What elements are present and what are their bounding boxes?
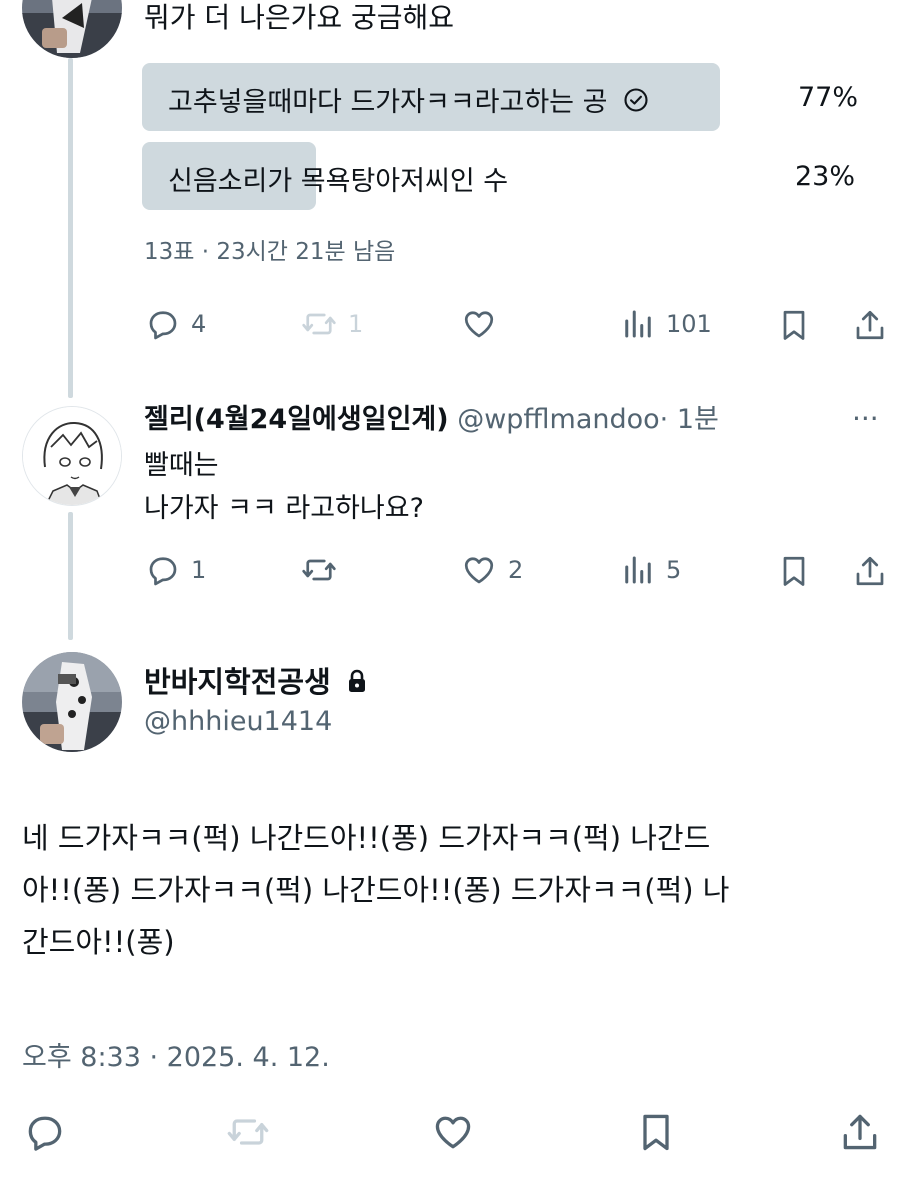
thread-line-bottom <box>68 512 73 640</box>
main-display-name[interactable]: 반바지학전공생 <box>144 665 331 699</box>
repost-icon <box>224 1110 272 1154</box>
more-icon: ··· <box>852 402 879 435</box>
bookmark-icon <box>776 306 812 344</box>
share-icon <box>838 1108 882 1156</box>
bookmark-icon <box>634 1108 678 1156</box>
main-body: 네 드가자ㅋㅋ(퍽) 나간드아!!(퐁) 드가자ㅋㅋ(퍽) 나간드 아!!(퐁)… <box>22 812 730 968</box>
timestamp[interactable]: 오후 8:33 · 2025. 4. 12. <box>22 1035 330 1074</box>
heart-icon <box>460 306 498 342</box>
like-button[interactable]: 2 <box>460 552 523 588</box>
reply-count: 1 <box>191 556 207 584</box>
like-button[interactable] <box>460 306 498 342</box>
repost-button[interactable]: 1 <box>300 306 363 342</box>
anime-avatar-icon <box>23 407 121 505</box>
check-circle-icon <box>622 86 650 121</box>
bookmark-button[interactable] <box>776 552 812 590</box>
reply-display-name[interactable]: 젤리(4월24일에생일인계) <box>144 404 449 435</box>
main-display-name-row: 반바지학전공생 <box>144 659 369 701</box>
reply-text-line-2: 나가자 ㅋㅋ 라고하나요? <box>144 493 424 524</box>
like-count: 2 <box>508 556 524 584</box>
reply-count: 4 <box>191 310 207 338</box>
share-icon <box>852 306 888 344</box>
repost-button[interactable] <box>224 1110 272 1154</box>
poll-option-1-percent: 77% <box>798 82 859 113</box>
poll-option-1-label: 고추넣을때마다 드가자ㅋㅋ라고하는 공 <box>168 80 650 121</box>
main-body-line-1: 네 드가자ㅋㅋ(퍽) 나간드아!!(퐁) 드가자ㅋㅋ(퍽) 나간드 <box>22 821 711 855</box>
views-count: 101 <box>666 310 712 338</box>
views-button[interactable]: 101 <box>620 306 712 342</box>
reply-text-line-1: 빨때는 <box>144 450 219 481</box>
thread-line-top <box>68 58 73 398</box>
reply-button[interactable]: 1 <box>145 552 206 588</box>
lock-icon <box>345 667 369 701</box>
repost-icon <box>300 306 338 342</box>
share-button[interactable] <box>838 1108 882 1156</box>
reply-handle[interactable]: @wpfflmandoo <box>457 404 659 435</box>
reply-avatar[interactable] <box>22 406 122 506</box>
share-button[interactable] <box>852 552 888 590</box>
avatar[interactable] <box>22 0 122 58</box>
bar-chart-icon <box>620 552 656 588</box>
avatar-photo-icon <box>22 0 122 58</box>
poll-option-2-percent: 23% <box>795 161 856 192</box>
poll-option-2-label: 신음소리가 목욕탕아저씨인 수 <box>168 166 509 197</box>
views-button[interactable]: 5 <box>620 552 681 588</box>
reply-time[interactable]: · 1분 <box>660 404 719 435</box>
repost-count: 1 <box>348 310 364 338</box>
share-button[interactable] <box>852 306 888 344</box>
main-body-line-3: 간드아!!(퐁) <box>22 925 175 959</box>
heart-icon <box>430 1110 476 1154</box>
reply-button[interactable] <box>22 1110 68 1154</box>
reply-header: 젤리(4월24일에생일인계) @wpfflmandoo· 1분 <box>144 403 719 437</box>
main-handle[interactable]: @hhhieu1414 <box>144 706 332 737</box>
avatar-photo-icon <box>22 652 122 752</box>
heart-icon <box>460 552 498 588</box>
poll-meta: 13표 · 23시간 21분 남음 <box>144 239 396 265</box>
reply-icon <box>145 552 181 588</box>
like-button[interactable] <box>430 1110 476 1154</box>
main-avatar[interactable] <box>22 652 122 752</box>
bookmark-button[interactable] <box>776 306 812 344</box>
bar-chart-icon <box>620 306 656 342</box>
bookmark-icon <box>776 552 812 590</box>
share-icon <box>852 552 888 590</box>
repost-icon <box>300 552 338 588</box>
main-body-line-2: 아!!(퐁) 드가자ㅋㅋ(퍽) 나간드아!!(퐁) 드가자ㅋㅋ(퍽) 나 <box>22 873 730 907</box>
views-count: 5 <box>666 556 682 584</box>
reply-icon <box>22 1110 68 1154</box>
bookmark-button[interactable] <box>634 1108 678 1156</box>
post-text: 뭐가 더 나은가요 궁금해요 <box>144 1 455 34</box>
reply-button[interactable]: 4 <box>145 306 206 342</box>
repost-button[interactable] <box>300 552 338 588</box>
more-options-button[interactable]: ··· <box>852 402 879 435</box>
reply-icon <box>145 306 181 342</box>
